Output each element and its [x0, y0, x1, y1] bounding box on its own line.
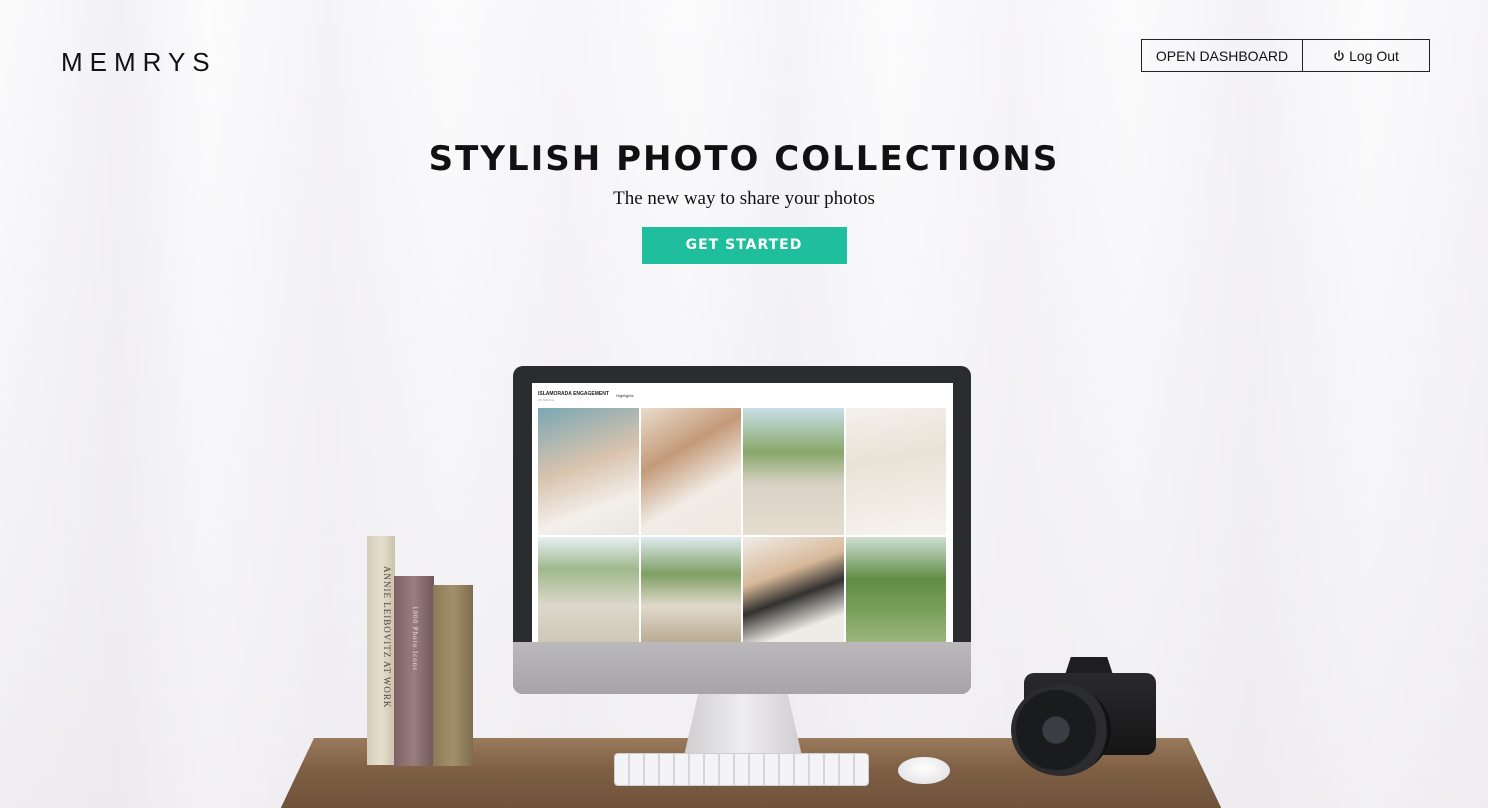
- open-dashboard-label: OPEN DASHBOARD: [1155, 47, 1289, 64]
- photo-tile: [743, 537, 844, 642]
- gallery-title: ISLAMORADA ENGAGEMENT: [538, 391, 609, 397]
- photo-tile: [640, 408, 741, 535]
- photo-tile: [845, 408, 946, 535]
- photo-grid: [538, 408, 946, 642]
- mouse-illustration: [898, 757, 950, 784]
- monitor-stand: [684, 694, 802, 756]
- photo-tile: [538, 408, 639, 535]
- brand-logo[interactable]: MEMRYS: [61, 47, 217, 78]
- log-out-button[interactable]: Log Out: [1302, 39, 1430, 72]
- book-spine: ANNIE LEIBOVITZ AT WORK: [367, 536, 395, 765]
- monitor-screen: ISLAMORADA ENGAGEMENT 2.5 MARCH Highligh…: [532, 383, 953, 642]
- monitor-chin: [513, 642, 971, 694]
- header-nav: OPEN DASHBOARD Log Out: [1141, 39, 1430, 72]
- hero-section: STYLISH PHOTO COLLECTIONS The new way to…: [0, 138, 1488, 264]
- open-dashboard-button[interactable]: OPEN DASHBOARD: [1141, 39, 1303, 72]
- power-icon: [1334, 49, 1344, 61]
- book-spine: 1000 Photo Icons: [394, 576, 434, 766]
- photo-tile: [640, 537, 741, 642]
- book-spine: [433, 585, 473, 766]
- gallery-subtitle: 2.5 MARCH: [538, 398, 555, 402]
- camera-lens: [1011, 684, 1111, 776]
- photo-tile: [538, 537, 639, 642]
- get-started-button[interactable]: GET STARTED: [641, 227, 847, 264]
- keyboard-illustration: [614, 753, 869, 786]
- hero-subtitle: The new way to share your photos: [613, 188, 875, 209]
- photo-tile: [845, 537, 946, 642]
- log-out-label: Log Out: [1349, 47, 1399, 64]
- photo-tile: [743, 408, 844, 535]
- hero-title: STYLISH PHOTO COLLECTIONS: [428, 139, 1060, 179]
- book-title: 1000 Photo Icons: [411, 606, 419, 671]
- book-title: ANNIE LEIBOVITZ AT WORK: [382, 566, 392, 709]
- gallery-tab: Highlights: [616, 393, 634, 398]
